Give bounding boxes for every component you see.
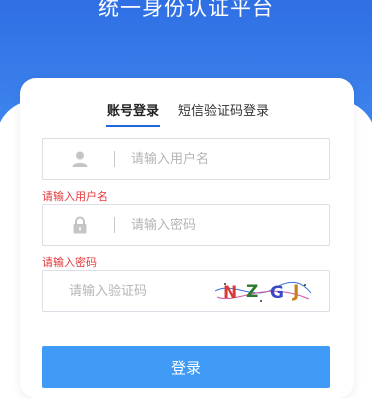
login-button[interactable]: 登录	[42, 346, 330, 388]
tab-sms-login[interactable]: 短信验证码登录	[178, 100, 269, 119]
captcha-input[interactable]	[69, 271, 199, 311]
password-error: 请输入密码	[42, 256, 97, 269]
password-input[interactable]	[131, 205, 321, 245]
svg-text:N: N	[223, 283, 237, 303]
captcha-field: N Z G J	[42, 270, 330, 312]
user-icon	[72, 151, 88, 167]
field-separator	[114, 151, 115, 167]
username-field	[42, 138, 330, 180]
lock-icon	[73, 216, 87, 234]
svg-text:G: G	[270, 283, 284, 303]
password-field	[42, 204, 330, 246]
login-tabs: 账号登录 短信验证码登录	[20, 98, 354, 130]
tab-account-login[interactable]: 账号登录	[107, 100, 159, 119]
login-card: 账号登录 短信验证码登录 请输入用户名 请输入密码 N Z	[20, 78, 354, 398]
active-tab-indicator	[106, 125, 160, 127]
svg-text:Z: Z	[246, 282, 258, 302]
field-separator	[114, 217, 115, 233]
page-title: 统一身份认证平台	[98, 0, 274, 20]
username-error: 请输入用户名	[42, 190, 108, 203]
captcha-image[interactable]: N Z G J	[213, 277, 313, 305]
username-input[interactable]	[131, 139, 321, 179]
svg-text:J: J	[292, 282, 299, 302]
